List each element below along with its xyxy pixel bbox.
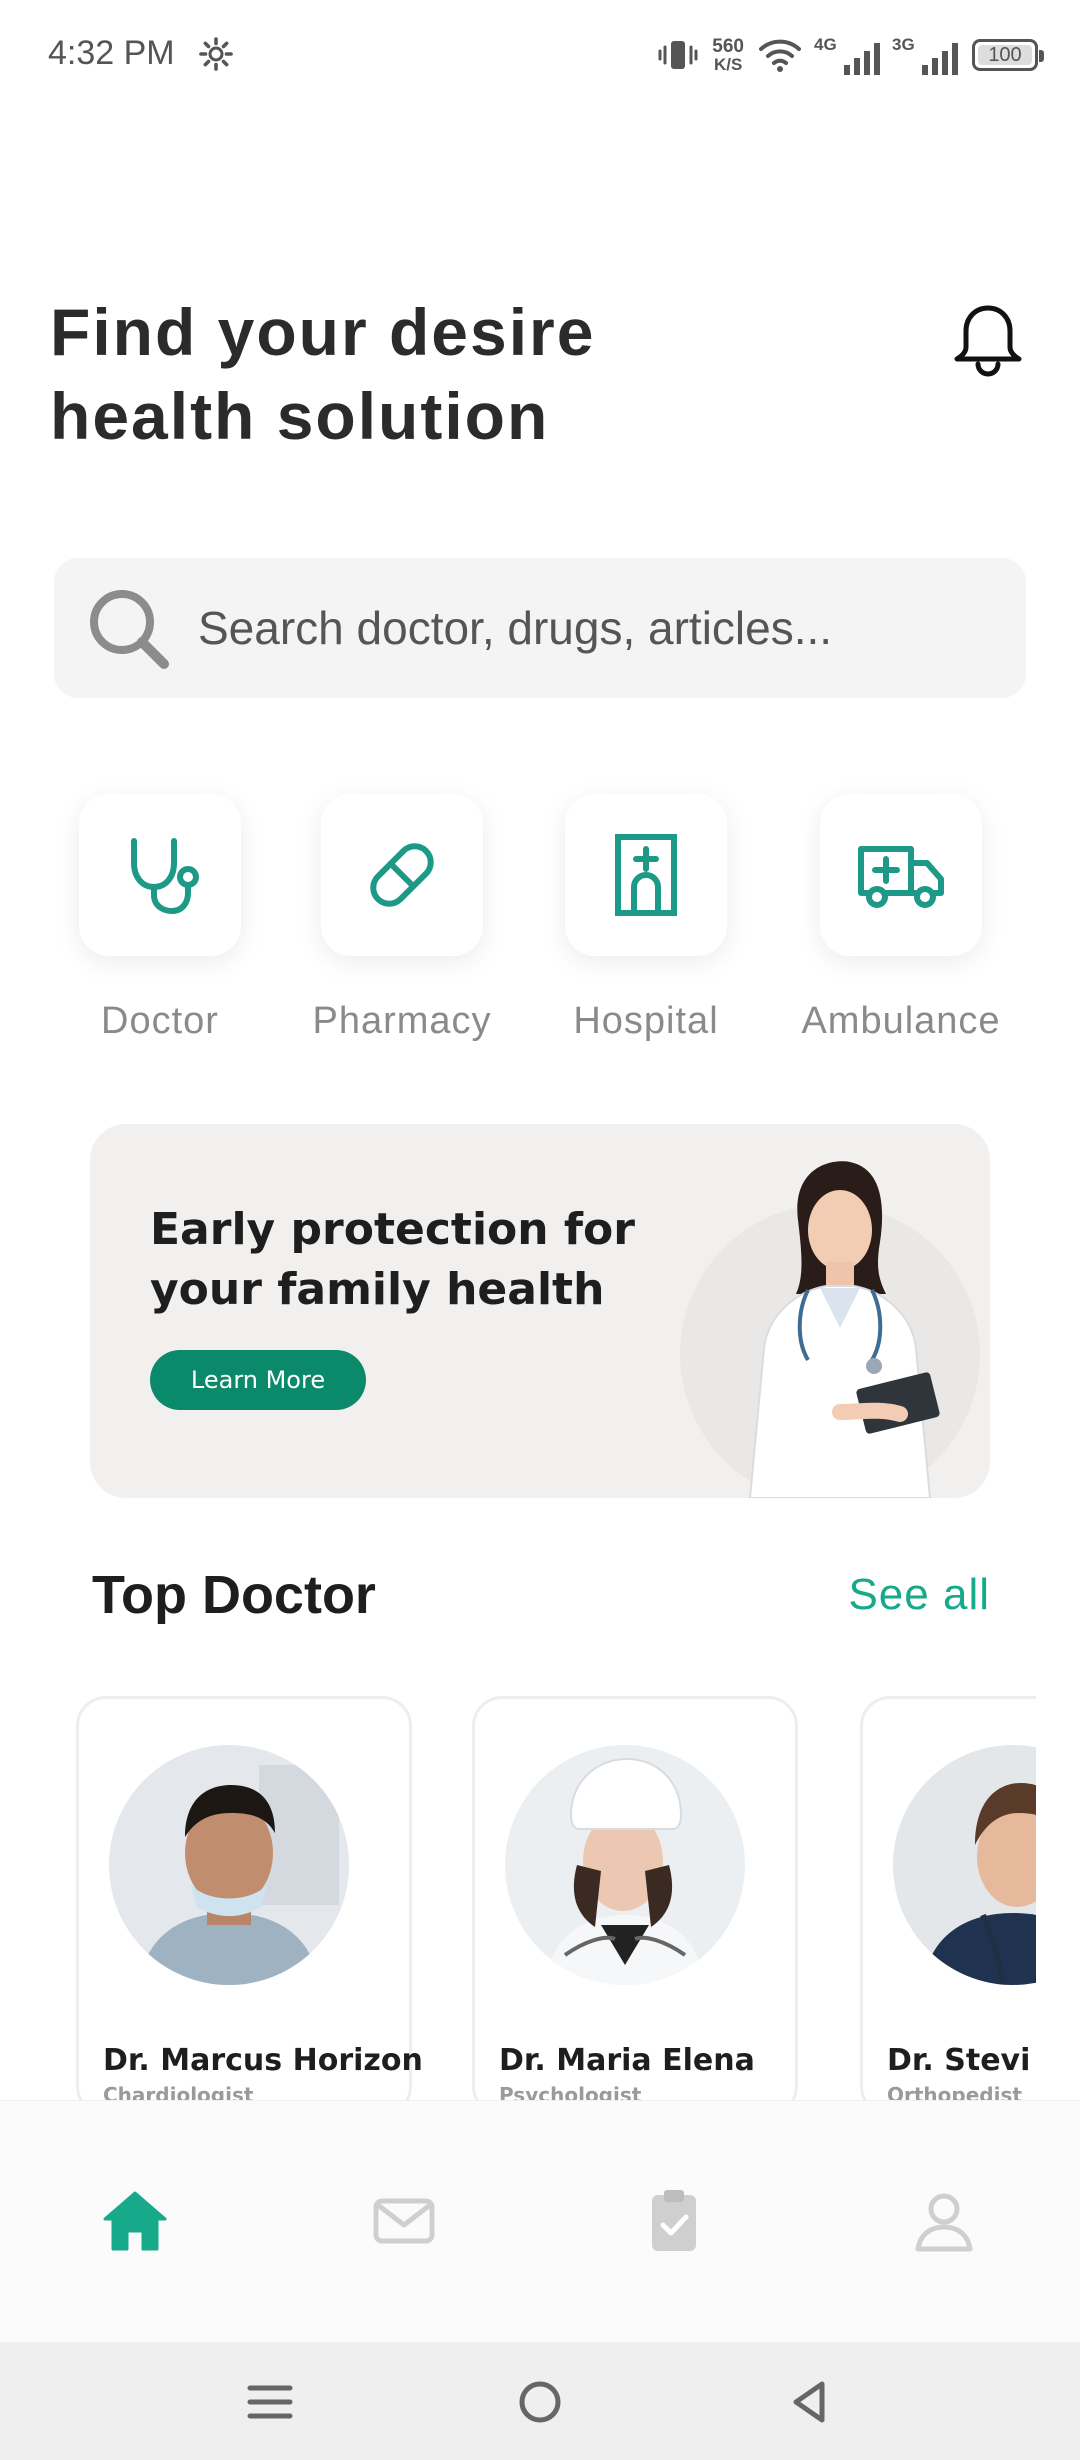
- doctor-photo: [748, 1161, 940, 1498]
- bell-icon[interactable]: [950, 300, 1026, 380]
- search-bar[interactable]: [54, 558, 1026, 698]
- hospital-icon: [615, 834, 677, 916]
- doctor-avatar: [505, 1745, 745, 1985]
- vibrate-icon: [658, 41, 698, 69]
- category-label: Doctor: [101, 1000, 219, 1042]
- battery-level: 100: [988, 43, 1022, 66]
- promo-banner: Early protection for your family health …: [90, 1124, 990, 1498]
- gear-icon: [199, 37, 233, 71]
- stethoscope-icon: [131, 838, 199, 915]
- back-icon[interactable]: [780, 2372, 840, 2432]
- net-speed: 560 K/S: [712, 37, 744, 73]
- ambulance-icon: [858, 846, 944, 908]
- doctor-name: Dr. Stevi Jessi: [887, 2043, 1036, 2078]
- doctor-avatar: [893, 1745, 1036, 1985]
- doctor-card[interactable]: Dr. Stevi Jessi Orthopedist: [860, 1696, 1036, 2106]
- nav-home[interactable]: [95, 2181, 175, 2261]
- signal-icon: 4G: [814, 35, 880, 75]
- search-input[interactable]: [198, 558, 998, 698]
- menu-icon[interactable]: [240, 2372, 300, 2432]
- signal-icon-2: 3G: [892, 35, 958, 75]
- category-label: Hospital: [573, 1000, 719, 1042]
- network-type-1: 4G: [814, 35, 837, 54]
- profile-icon: [915, 2193, 973, 2252]
- home-circle-icon[interactable]: [510, 2372, 570, 2432]
- search-icon: [90, 590, 169, 669]
- clipboard-check-icon: [652, 2190, 696, 2251]
- category-ambulance[interactable]: Ambulance: [791, 794, 1011, 1043]
- doctor-carousel[interactable]: Dr. Marcus Horizon Chardiologist Dr. Mar…: [0, 1696, 1036, 2106]
- net-speed-unit: K/S: [713, 55, 743, 74]
- status-icons: 560 K/S 4G 3G 100: [658, 30, 1044, 80]
- category-tile[interactable]: [565, 794, 727, 956]
- see-all-link[interactable]: See all: [848, 1570, 990, 1620]
- nav-schedule[interactable]: [634, 2181, 714, 2261]
- category-label: Ambulance: [801, 1000, 1001, 1042]
- system-navigation-bar: [0, 2342, 1080, 2460]
- status-time: 4:32 PM: [48, 34, 175, 72]
- category-pharmacy[interactable]: Pharmacy: [292, 794, 512, 1043]
- pill-icon: [370, 843, 434, 907]
- doctor-card[interactable]: Dr. Maria Elena Psychologist: [472, 1696, 798, 2106]
- category-tile[interactable]: [79, 794, 241, 956]
- net-speed-value: 560: [712, 36, 744, 57]
- nav-messages[interactable]: [364, 2181, 444, 2261]
- doctor-card[interactable]: Dr. Marcus Horizon Chardiologist: [76, 1696, 423, 2106]
- status-bar: 4:32 PM 560 K/S 4G 3G 100: [0, 0, 1080, 110]
- learn-more-button[interactable]: Learn More: [150, 1350, 366, 1410]
- wifi-icon: [759, 39, 801, 72]
- mail-icon: [373, 2198, 435, 2244]
- doctor-name: Dr. Maria Elena: [499, 2043, 755, 2078]
- doctor-name: Dr. Marcus Horizon: [103, 2043, 423, 2078]
- home-icon: [103, 2191, 167, 2251]
- category-label: Pharmacy: [312, 1000, 492, 1042]
- network-type-2: 3G: [892, 35, 915, 54]
- category-tile[interactable]: [321, 794, 483, 956]
- doctor-avatar: [109, 1745, 349, 1985]
- battery-icon: 100: [972, 39, 1044, 71]
- section-title: Top Doctor: [92, 1565, 376, 1625]
- category-doctor[interactable]: Doctor: [50, 794, 270, 1043]
- banner-title: Early protection for your family health: [150, 1204, 635, 1315]
- category-hospital[interactable]: Hospital: [536, 794, 756, 1043]
- bottom-nav: [0, 2100, 1080, 2342]
- page-title: Find your desire health solution: [50, 295, 596, 453]
- nav-profile[interactable]: [904, 2181, 984, 2261]
- category-tile[interactable]: [820, 794, 982, 956]
